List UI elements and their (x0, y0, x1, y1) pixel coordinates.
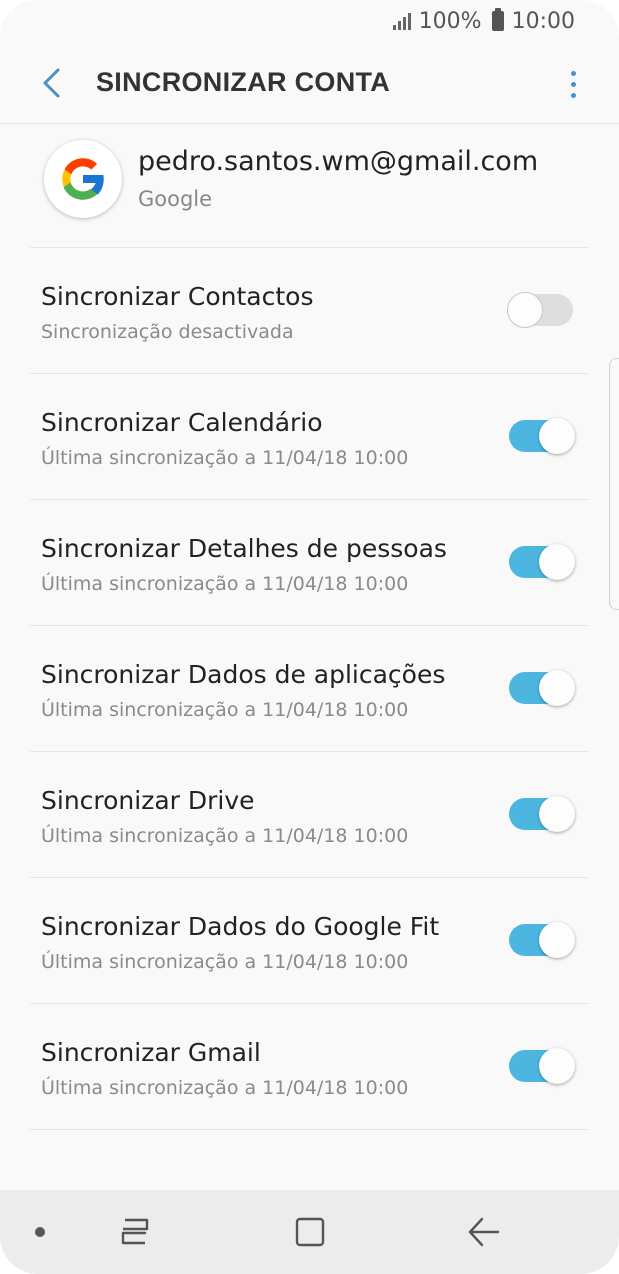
account-avatar (44, 140, 122, 218)
sync-item-status: Última sincronização a 11/04/18 10:00 (41, 447, 409, 469)
status-bar: 100% 10:00 (0, 0, 619, 42)
sync-item-status: Sincronização desactivada (41, 321, 294, 343)
sync-item-status: Última sincronização a 11/04/18 10:00 (41, 573, 409, 595)
page-title: SINCRONIZAR CONTA (96, 67, 391, 97)
sync-item-label: Sincronizar Detalhes de pessoas (41, 534, 447, 563)
home-icon[interactable] (294, 1216, 326, 1248)
back-icon[interactable] (466, 1216, 502, 1248)
sync-row-calendario[interactable]: Sincronizar Calendário Última sincroniza… (30, 374, 589, 500)
sync-toggle[interactable] (509, 544, 575, 580)
sync-item-label: Sincronizar Dados do Google Fit (41, 912, 440, 941)
back-button[interactable] (22, 53, 82, 113)
clock: 10:00 (511, 8, 575, 34)
sync-item-label: Sincronizar Calendário (41, 408, 323, 437)
edge-panel-handle[interactable] (609, 358, 619, 610)
recents-icon[interactable] (118, 1214, 152, 1248)
sync-item-label: Sincronizar Contactos (41, 282, 314, 311)
more-vertical-icon (570, 70, 576, 76)
navigation-bar (0, 1190, 619, 1274)
sync-toggle[interactable] (509, 670, 575, 706)
app-bar: SINCRONIZAR CONTA (0, 42, 619, 124)
battery-icon (491, 8, 504, 31)
sync-toggle[interactable] (509, 1048, 575, 1084)
sync-item-status: Última sincronização a 11/04/18 10:00 (41, 951, 409, 973)
account-email: pedro.santos.wm@gmail.com (138, 146, 539, 177)
sync-row-contactos[interactable]: Sincronizar Contactos Sincronização desa… (30, 248, 589, 374)
sync-toggle[interactable] (509, 796, 575, 832)
google-logo-icon (62, 158, 106, 200)
sync-item-status: Última sincronização a 11/04/18 10:00 (41, 1077, 409, 1099)
sync-row-gmail[interactable]: Sincronizar Gmail Última sincronização a… (30, 1004, 589, 1130)
sync-list: Sincronizar Contactos Sincronização desa… (30, 248, 589, 1130)
more-options-button[interactable] (561, 62, 585, 106)
signal-icon (392, 12, 411, 30)
sync-toggle[interactable] (509, 418, 575, 454)
sync-row-drive[interactable]: Sincronizar Drive Última sincronização a… (30, 752, 589, 878)
back-arrow-icon (43, 68, 60, 97)
sync-item-status: Última sincronização a 11/04/18 10:00 (41, 699, 409, 721)
sync-item-label: Sincronizar Drive (41, 786, 255, 815)
sync-item-status: Última sincronização a 11/04/18 10:00 (41, 825, 409, 847)
phone-screen: 100% 10:00 SINCRONIZAR CONTA pedro.santo… (0, 0, 619, 1274)
sync-row-detalhes-pessoas[interactable]: Sincronizar Detalhes de pessoas Última s… (30, 500, 589, 626)
nav-hide-dot[interactable] (35, 1227, 45, 1237)
sync-toggle[interactable] (509, 922, 575, 958)
account-header: pedro.santos.wm@gmail.com Google (30, 124, 589, 248)
account-type: Google (138, 187, 213, 211)
sync-item-label: Sincronizar Dados de aplicações (41, 660, 446, 689)
sync-row-dados-aplicacoes[interactable]: Sincronizar Dados de aplicações Última s… (30, 626, 589, 752)
sync-row-google-fit[interactable]: Sincronizar Dados do Google Fit Última s… (30, 878, 589, 1004)
sync-toggle[interactable] (507, 292, 573, 328)
battery-percent: 100% (418, 8, 482, 34)
sync-item-label: Sincronizar Gmail (41, 1038, 261, 1067)
